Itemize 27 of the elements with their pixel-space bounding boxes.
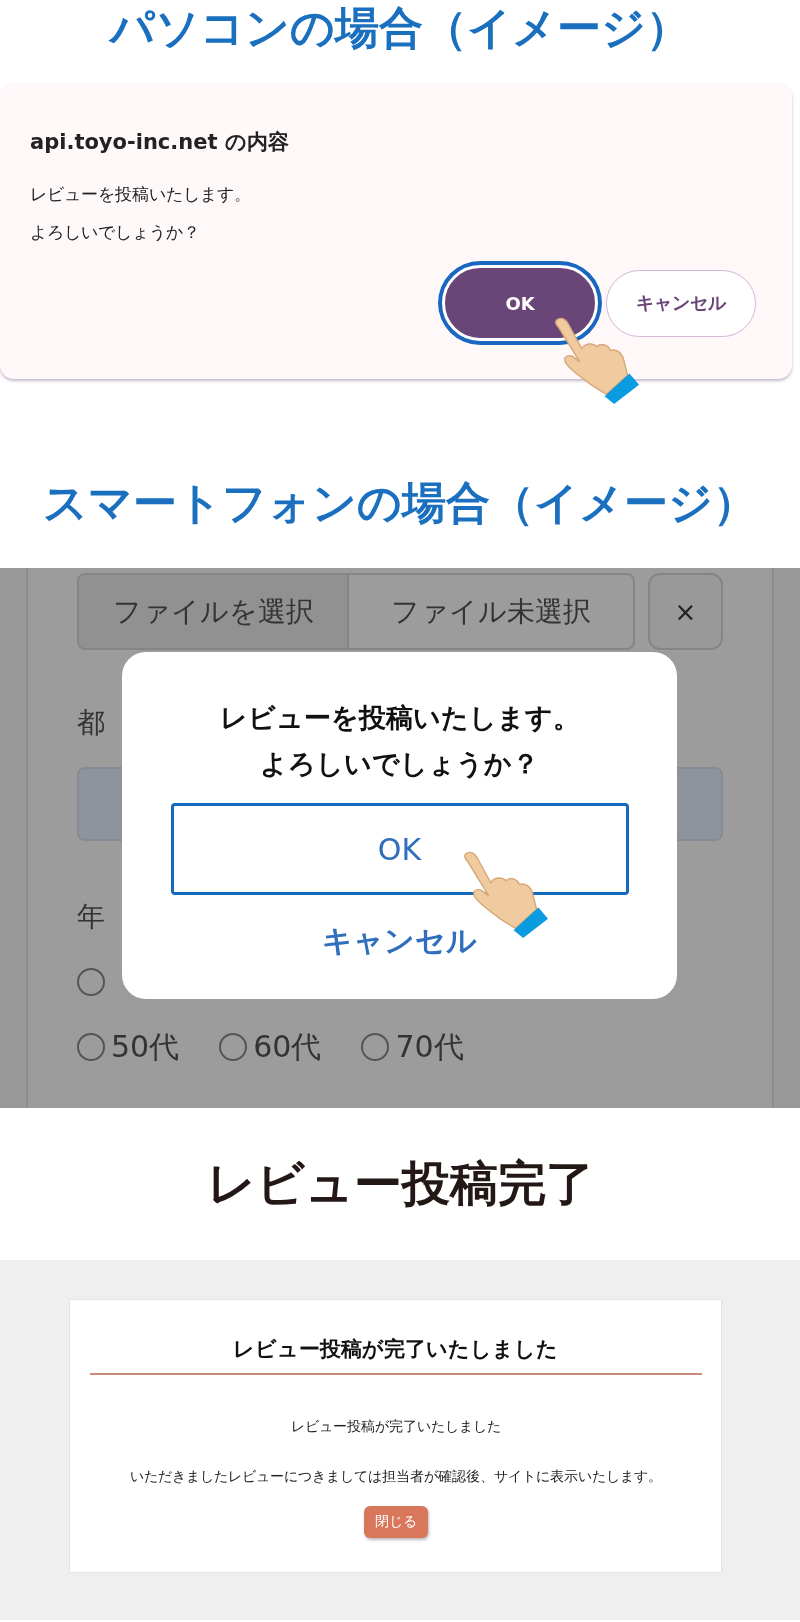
- radio-label: 70代: [395, 1027, 464, 1066]
- dialog-title: api.toyo-inc.net の内容: [30, 129, 290, 156]
- dialog-message: よろしいでしょうか？: [30, 221, 201, 244]
- radio-button[interactable]: [361, 1033, 390, 1061]
- field-label: 都: [77, 705, 105, 741]
- section-heading: レビュー投稿完了: [206, 1154, 594, 1213]
- close-button[interactable]: 閉じる: [363, 1506, 428, 1538]
- radio-button[interactable]: [77, 968, 105, 996]
- file-input[interactable]: ファイルを選択 ファイル未選択: [77, 573, 635, 650]
- radio-button[interactable]: [77, 1033, 105, 1061]
- card-title: レビュー投稿が完了いたしました: [233, 1336, 558, 1363]
- section-heading: スマートフォンの場合（イメージ）: [43, 476, 757, 530]
- dialog-message: レビューを投稿いたします。: [30, 183, 252, 206]
- field-label: 年: [77, 899, 105, 935]
- cancel-button[interactable]: キャンセル: [606, 269, 756, 337]
- radio-label: 60代: [253, 1027, 322, 1066]
- card-text: いただきましたレビューにつきましては担当者が確認後、サイトに表示いたします。: [129, 1467, 662, 1486]
- dialog-message: レビューを投稿いたします。 よろしいでしょうか？: [219, 701, 580, 781]
- file-select-button[interactable]: ファイルを選択: [79, 575, 349, 648]
- clear-button[interactable]: ×: [648, 573, 723, 650]
- file-status: ファイル未選択: [390, 593, 592, 630]
- card-text: レビュー投稿が完了いたしました: [290, 1417, 501, 1436]
- radio-label: 50代: [111, 1027, 180, 1066]
- pointing-hand-icon: [553, 316, 639, 404]
- ok-button[interactable]: OK: [170, 803, 629, 895]
- radio-button[interactable]: [219, 1033, 248, 1061]
- section-heading: パソコンの場合（イメージ）: [110, 1, 690, 55]
